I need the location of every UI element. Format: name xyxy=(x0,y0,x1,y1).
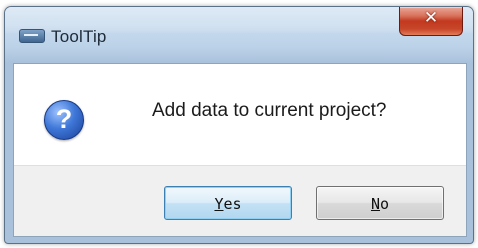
question-icon: ? xyxy=(44,100,84,140)
yes-button[interactable]: Yes xyxy=(164,186,292,220)
close-icon: ✕ xyxy=(423,8,439,28)
title-bar[interactable]: ToolTip ✕ xyxy=(5,7,473,63)
dialog-message: Add data to current project? xyxy=(152,100,387,121)
dialog-window: ToolTip ✕ ? Add data to current project?… xyxy=(4,6,474,244)
no-mnemonic: N xyxy=(370,195,380,213)
no-label-rest: o xyxy=(380,195,390,213)
no-button[interactable]: No xyxy=(316,186,444,220)
window-title: ToolTip xyxy=(51,27,107,46)
dialog-content: ? Add data to current project? Yes No xyxy=(13,63,467,237)
app-icon xyxy=(19,29,45,43)
yes-label-rest: es xyxy=(223,195,242,213)
question-glyph: ? xyxy=(55,104,73,134)
close-button[interactable]: ✕ xyxy=(399,7,463,36)
